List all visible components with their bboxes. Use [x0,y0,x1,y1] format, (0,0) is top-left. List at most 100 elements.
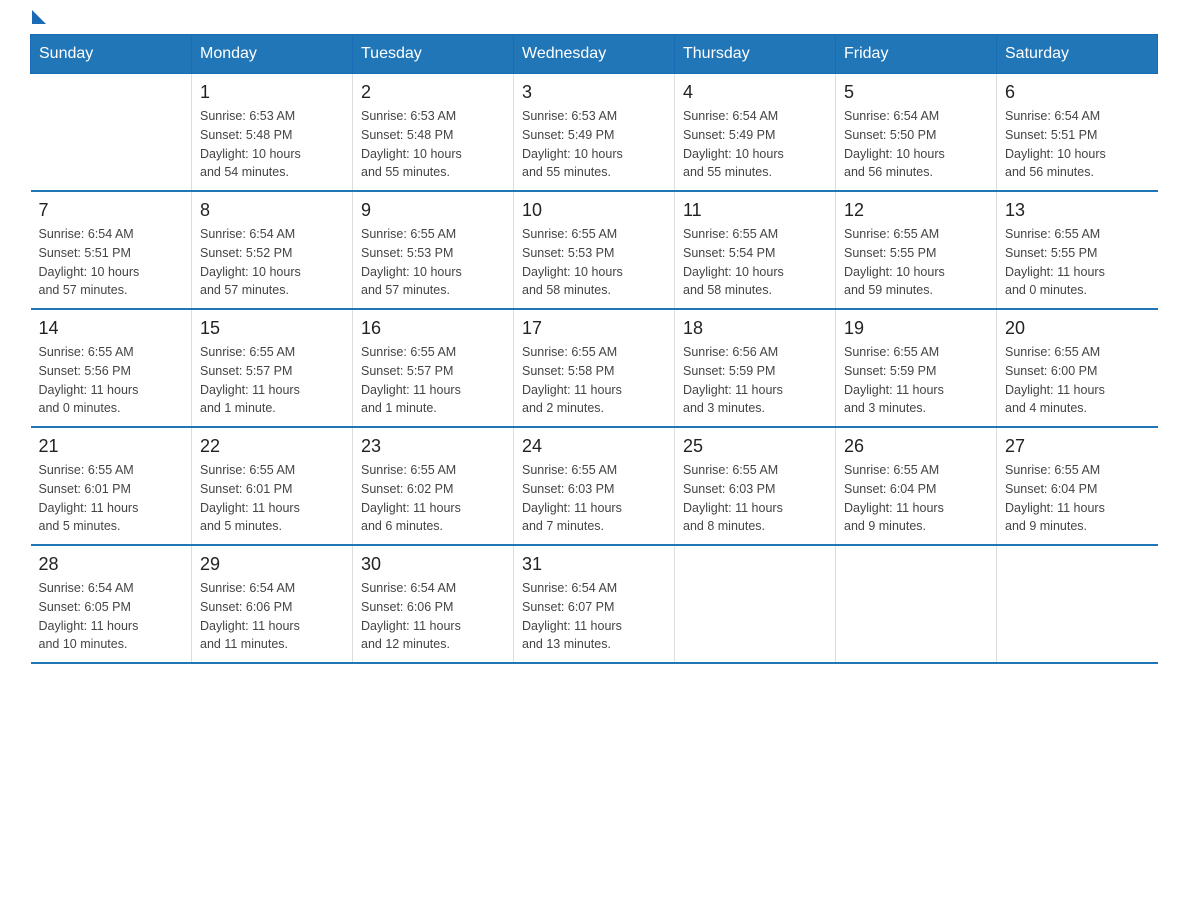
day-cell: 29 Sunrise: 6:54 AM Sunset: 6:06 PM Dayli… [192,545,353,663]
day-number: 12 [844,200,988,221]
day-cell: 14Sunrise: 6:55 AM Sunset: 5:56 PM Dayli… [31,309,192,427]
day-info: Sunrise: 6:55 AM Sunset: 5:53 PM Dayligh… [522,225,666,300]
day-cell: 27 Sunrise: 6:55 AM Sunset: 6:04 PM Dayli… [997,427,1158,545]
day-info: Sunrise: 6:55 AM Sunset: 6:01 PM Dayligh… [200,461,344,536]
day-cell: 5 Sunrise: 6:54 AM Sunset: 5:50 PM Daylig… [836,74,997,192]
day-number: 22 [200,436,344,457]
day-cell: 6 Sunrise: 6:54 AM Sunset: 5:51 PM Daylig… [997,74,1158,192]
day-cell: 19 Sunrise: 6:55 AM Sunset: 5:59 PM Dayli… [836,309,997,427]
day-number: 27 [1005,436,1150,457]
day-info: Sunrise: 6:53 AM Sunset: 5:48 PM Dayligh… [200,107,344,182]
header-cell-friday: Friday [836,35,997,74]
day-info: Sunrise: 6:55 AM Sunset: 6:02 PM Dayligh… [361,461,505,536]
day-info: Sunrise: 6:54 AM Sunset: 6:06 PM Dayligh… [361,579,505,654]
day-info: Sunrise: 6:55 AM Sunset: 6:00 PM Dayligh… [1005,343,1150,418]
day-info: Sunrise: 6:53 AM Sunset: 5:48 PM Dayligh… [361,107,505,182]
day-number: 20 [1005,318,1150,339]
day-cell [31,74,192,192]
day-cell: 17 Sunrise: 6:55 AM Sunset: 5:58 PM Dayli… [514,309,675,427]
day-info: Sunrise: 6:54 AM Sunset: 5:50 PM Dayligh… [844,107,988,182]
day-info: Sunrise: 6:55 AM Sunset: 6:03 PM Dayligh… [522,461,666,536]
day-number: 28 [39,554,184,575]
day-info: Sunrise: 6:55 AM Sunset: 5:58 PM Dayligh… [522,343,666,418]
calendar-table: SundayMondayTuesdayWednesdayThursdayFrid… [30,34,1158,664]
day-cell: 28Sunrise: 6:54 AM Sunset: 6:05 PM Dayli… [31,545,192,663]
day-cell: 11Sunrise: 6:55 AM Sunset: 5:54 PM Dayli… [675,191,836,309]
header-cell-thursday: Thursday [675,35,836,74]
logo-triangle-icon [32,10,46,24]
day-number: 3 [522,82,666,103]
day-number: 6 [1005,82,1150,103]
day-info: Sunrise: 6:54 AM Sunset: 6:07 PM Dayligh… [522,579,666,654]
day-info: Sunrise: 6:55 AM Sunset: 6:01 PM Dayligh… [39,461,184,536]
day-cell [836,545,997,663]
week-row-2: 7Sunrise: 6:54 AM Sunset: 5:51 PM Daylig… [31,191,1158,309]
day-cell: 22 Sunrise: 6:55 AM Sunset: 6:01 PM Dayli… [192,427,353,545]
day-number: 21 [39,436,184,457]
day-number: 30 [361,554,505,575]
day-info: Sunrise: 6:55 AM Sunset: 6:04 PM Dayligh… [1005,461,1150,536]
day-info: Sunrise: 6:56 AM Sunset: 5:59 PM Dayligh… [683,343,827,418]
header-cell-saturday: Saturday [997,35,1158,74]
day-info: Sunrise: 6:55 AM Sunset: 5:59 PM Dayligh… [844,343,988,418]
page-header [30,20,1158,24]
day-cell: 26Sunrise: 6:55 AM Sunset: 6:04 PM Dayli… [836,427,997,545]
day-cell: 21 Sunrise: 6:55 AM Sunset: 6:01 PM Dayli… [31,427,192,545]
day-cell: 2 Sunrise: 6:53 AM Sunset: 5:48 PM Daylig… [353,74,514,192]
day-number: 23 [361,436,505,457]
day-cell: 15 Sunrise: 6:55 AM Sunset: 5:57 PM Dayli… [192,309,353,427]
day-number: 24 [522,436,666,457]
day-info: Sunrise: 6:55 AM Sunset: 5:55 PM Dayligh… [1005,225,1150,300]
day-cell: 30 Sunrise: 6:54 AM Sunset: 6:06 PM Dayli… [353,545,514,663]
day-cell: 1 Sunrise: 6:53 AM Sunset: 5:48 PM Daylig… [192,74,353,192]
day-cell: 18 Sunrise: 6:56 AM Sunset: 5:59 PM Dayli… [675,309,836,427]
day-cell [675,545,836,663]
week-row-1: 1 Sunrise: 6:53 AM Sunset: 5:48 PM Daylig… [31,74,1158,192]
day-cell: 4 Sunrise: 6:54 AM Sunset: 5:49 PM Daylig… [675,74,836,192]
day-number: 16 [361,318,505,339]
calendar-header: SundayMondayTuesdayWednesdayThursdayFrid… [31,35,1158,74]
day-cell: 3 Sunrise: 6:53 AM Sunset: 5:49 PM Daylig… [514,74,675,192]
day-info: Sunrise: 6:55 AM Sunset: 6:04 PM Dayligh… [844,461,988,536]
day-number: 29 [200,554,344,575]
day-number: 19 [844,318,988,339]
day-info: Sunrise: 6:55 AM Sunset: 5:56 PM Dayligh… [39,343,184,418]
day-cell: 13 Sunrise: 6:55 AM Sunset: 5:55 PM Dayli… [997,191,1158,309]
day-number: 17 [522,318,666,339]
day-cell: 9Sunrise: 6:55 AM Sunset: 5:53 PM Daylig… [353,191,514,309]
week-row-3: 14Sunrise: 6:55 AM Sunset: 5:56 PM Dayli… [31,309,1158,427]
day-cell: 8Sunrise: 6:54 AM Sunset: 5:52 PM Daylig… [192,191,353,309]
day-number: 2 [361,82,505,103]
day-info: Sunrise: 6:54 AM Sunset: 6:06 PM Dayligh… [200,579,344,654]
day-number: 9 [361,200,505,221]
day-cell: 31 Sunrise: 6:54 AM Sunset: 6:07 PM Dayli… [514,545,675,663]
day-number: 31 [522,554,666,575]
logo [30,20,46,24]
day-number: 1 [200,82,344,103]
day-info: Sunrise: 6:55 AM Sunset: 5:54 PM Dayligh… [683,225,827,300]
week-row-4: 21 Sunrise: 6:55 AM Sunset: 6:01 PM Dayli… [31,427,1158,545]
day-number: 8 [200,200,344,221]
day-info: Sunrise: 6:54 AM Sunset: 5:51 PM Dayligh… [39,225,184,300]
day-info: Sunrise: 6:54 AM Sunset: 5:51 PM Dayligh… [1005,107,1150,182]
day-cell: 20 Sunrise: 6:55 AM Sunset: 6:00 PM Dayli… [997,309,1158,427]
day-number: 4 [683,82,827,103]
day-cell: 12Sunrise: 6:55 AM Sunset: 5:55 PM Dayli… [836,191,997,309]
day-info: Sunrise: 6:55 AM Sunset: 5:57 PM Dayligh… [200,343,344,418]
day-info: Sunrise: 6:55 AM Sunset: 5:57 PM Dayligh… [361,343,505,418]
day-cell [997,545,1158,663]
day-number: 10 [522,200,666,221]
header-cell-wednesday: Wednesday [514,35,675,74]
week-row-5: 28Sunrise: 6:54 AM Sunset: 6:05 PM Dayli… [31,545,1158,663]
day-number: 15 [200,318,344,339]
day-info: Sunrise: 6:54 AM Sunset: 5:49 PM Dayligh… [683,107,827,182]
day-number: 18 [683,318,827,339]
header-cell-tuesday: Tuesday [353,35,514,74]
day-number: 5 [844,82,988,103]
day-number: 25 [683,436,827,457]
day-cell: 10 Sunrise: 6:55 AM Sunset: 5:53 PM Dayli… [514,191,675,309]
day-number: 13 [1005,200,1150,221]
day-info: Sunrise: 6:55 AM Sunset: 6:03 PM Dayligh… [683,461,827,536]
header-cell-sunday: Sunday [31,35,192,74]
day-info: Sunrise: 6:53 AM Sunset: 5:49 PM Dayligh… [522,107,666,182]
